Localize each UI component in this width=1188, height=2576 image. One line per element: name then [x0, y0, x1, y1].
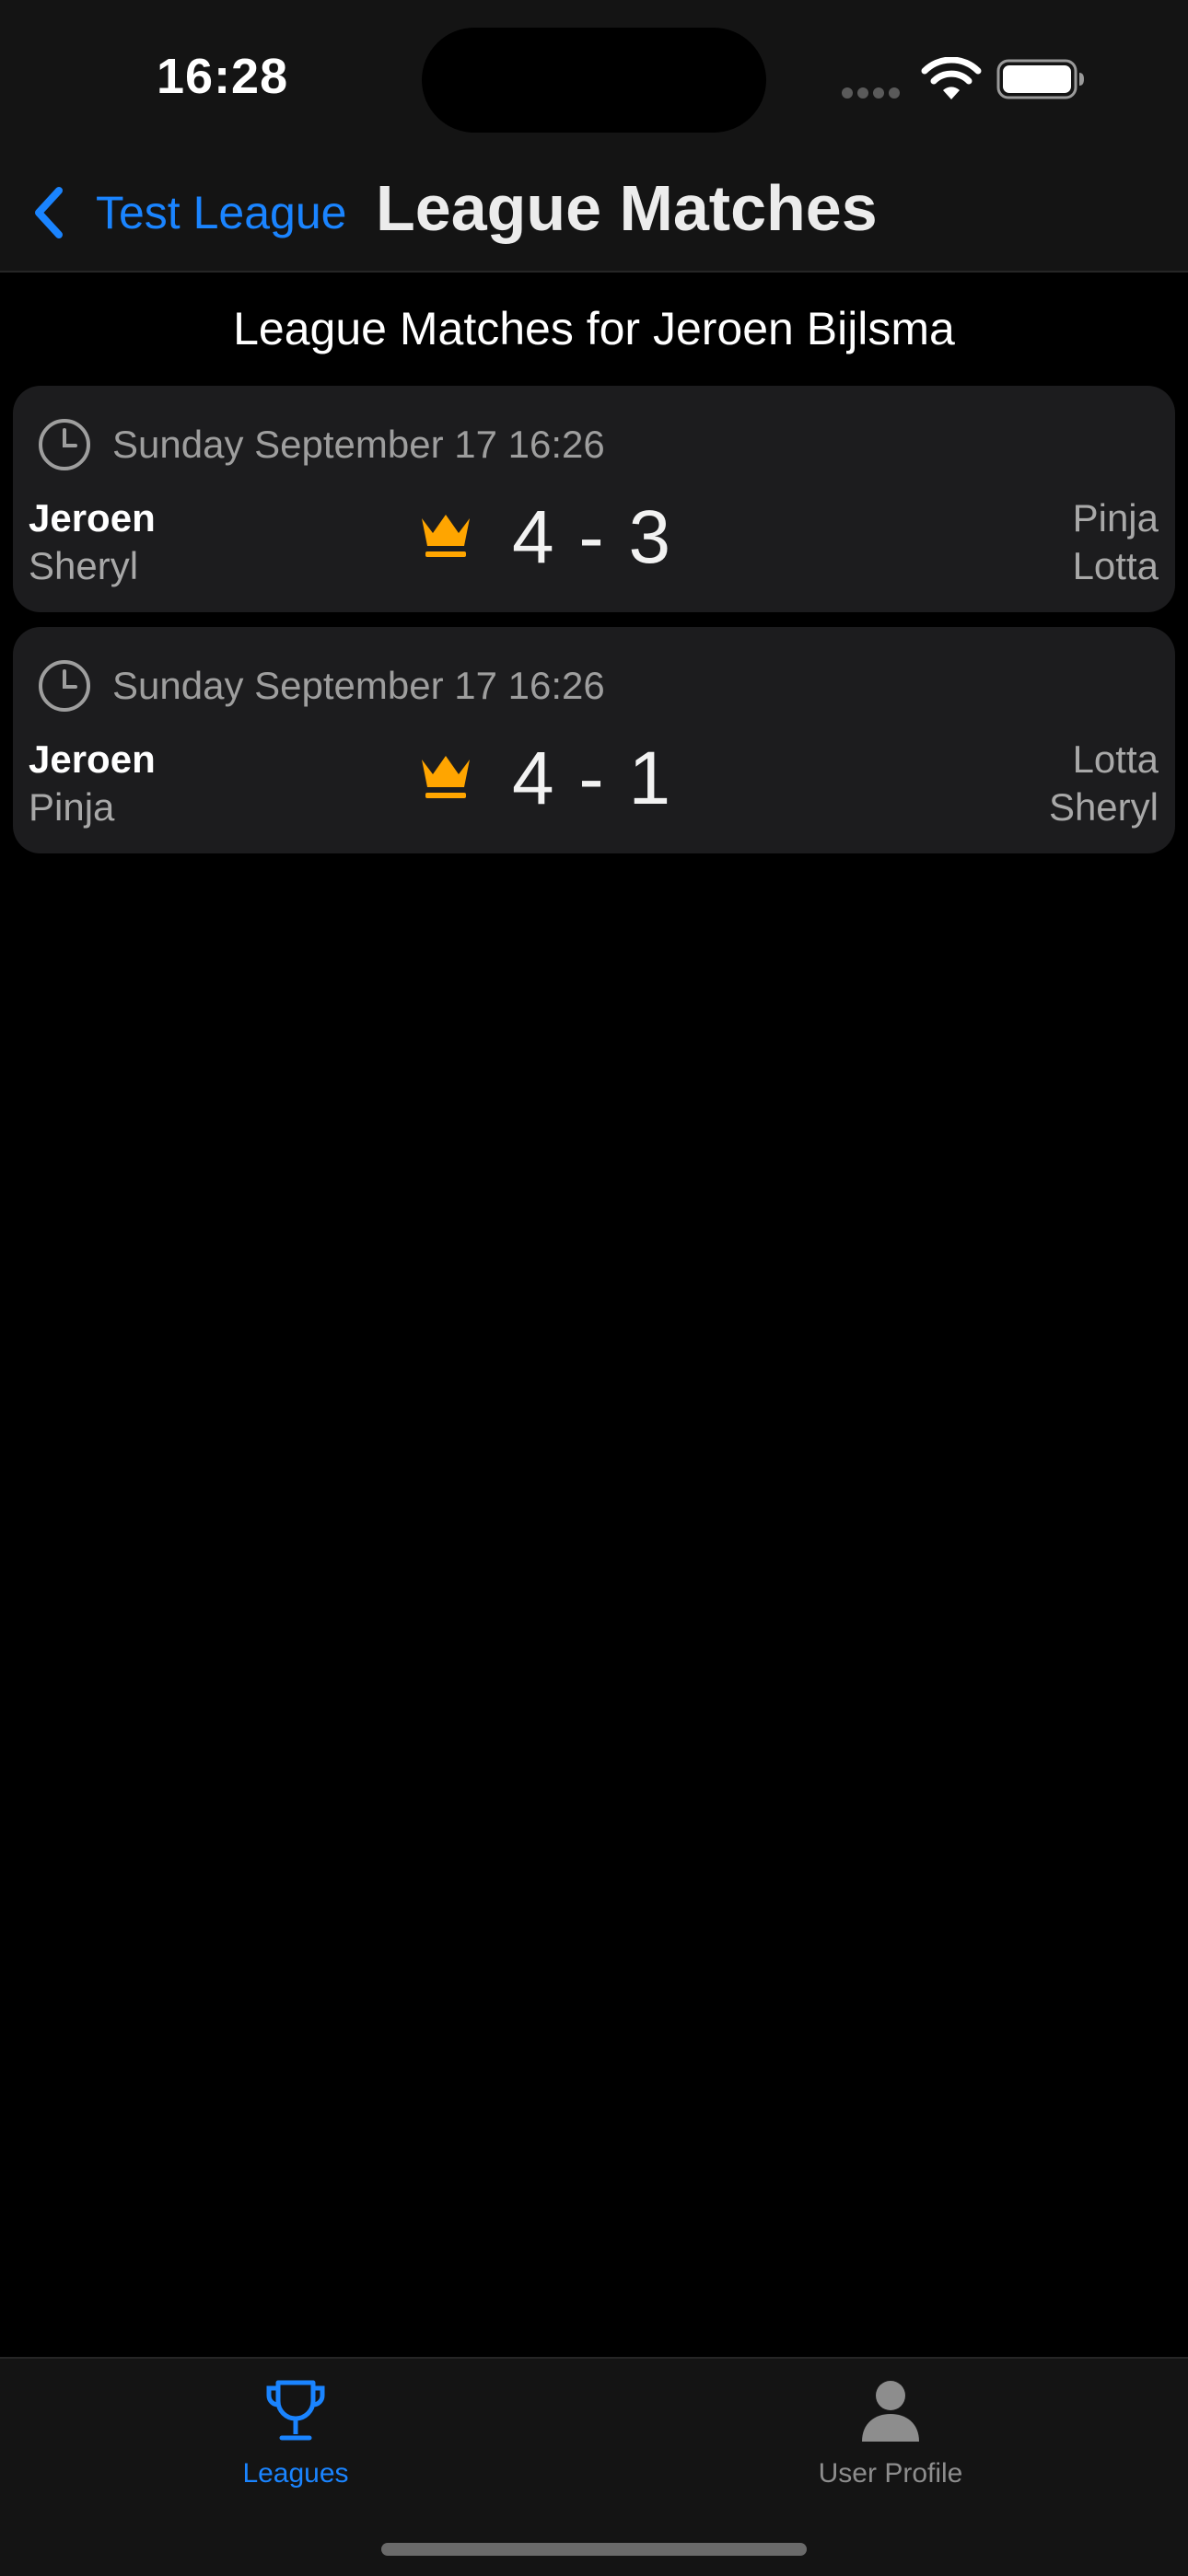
match-date: Sunday September 17 16:26 — [112, 423, 605, 466]
player-name: Pinja — [29, 785, 115, 829]
back-button[interactable]: Test League — [31, 180, 346, 245]
home-indicator[interactable] — [381, 2543, 807, 2556]
right-team: Lotta Sheryl — [1049, 736, 1159, 831]
match-date-row: Sunday September 17 16:26 — [37, 415, 605, 474]
clock-icon — [39, 419, 90, 470]
right-team: Pinja Lotta — [1073, 494, 1159, 590]
match-score: 4 - 3 — [512, 495, 673, 579]
tab-bar: Leagues User Profile — [0, 2357, 1188, 2576]
player-name: Pinja — [1072, 496, 1159, 540]
player-name: Jeroen — [29, 496, 156, 540]
matches-subtitle: League Matches for Jeroen Bijlsma — [233, 303, 955, 354]
left-team: Jeroen Sheryl — [29, 494, 156, 590]
left-team: Jeroen Pinja — [29, 736, 156, 831]
page-title: League Matches — [376, 172, 878, 244]
player-name: Lotta — [1072, 544, 1159, 587]
match-score: 4 - 1 — [512, 737, 673, 820]
match-date-row: Sunday September 17 16:26 — [37, 656, 605, 715]
match-card[interactable]: Sunday September 17 16:26 Jeroen Sheryl … — [13, 386, 1175, 612]
navigation-bar: Test League League Matches — [0, 157, 1188, 273]
status-time: 16:28 — [157, 49, 289, 104]
player-name: Sheryl — [29, 544, 139, 587]
match-date: Sunday September 17 16:26 — [112, 664, 605, 707]
tab-user-profile[interactable]: User Profile — [706, 2377, 1075, 2489]
crown-icon — [422, 515, 470, 557]
trophy-icon — [266, 2380, 325, 2441]
tab-leagues[interactable]: Leagues — [111, 2377, 480, 2489]
battery-icon — [996, 59, 1084, 99]
player-name: Jeroen — [29, 737, 156, 781]
player-name: Sheryl — [1048, 785, 1159, 829]
crown-icon — [422, 756, 470, 798]
match-card[interactable]: Sunday September 17 16:26 Jeroen Pinja 4… — [13, 627, 1175, 853]
tab-label: User Profile — [818, 2458, 963, 2489]
chevron-left-icon — [35, 187, 63, 238]
clock-icon — [39, 660, 90, 712]
back-button-label: Test League — [96, 187, 347, 238]
tab-label: Leagues — [242, 2458, 349, 2489]
person-icon — [862, 2381, 919, 2442]
cellular-signal-icon — [842, 87, 906, 99]
status-bar: 16:28 — [0, 0, 1188, 157]
player-name: Lotta — [1072, 737, 1159, 781]
dynamic-island — [422, 28, 766, 133]
wifi-icon — [921, 57, 982, 99]
